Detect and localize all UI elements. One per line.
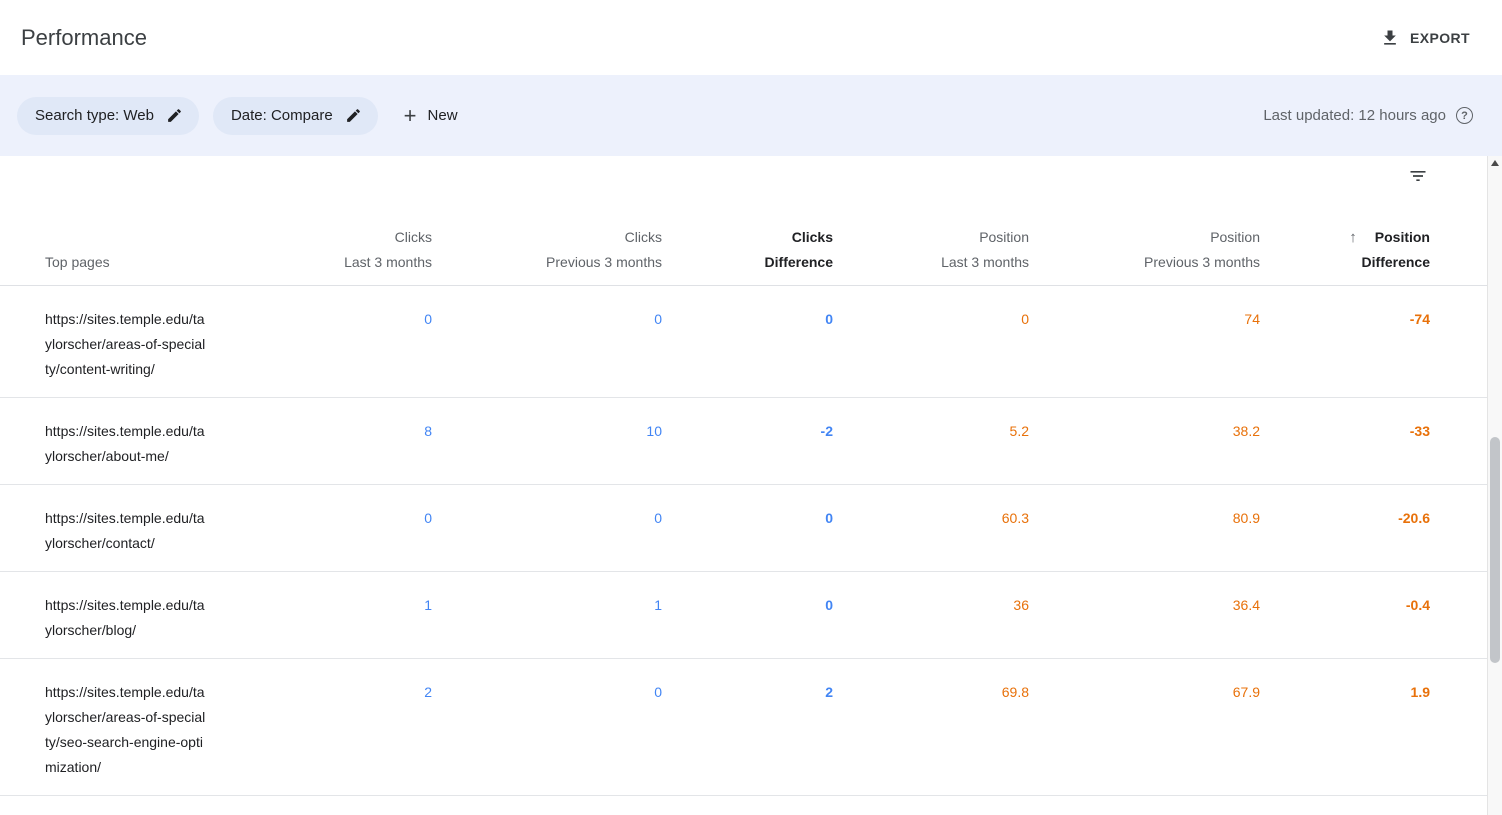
- table-header-row: Top pages Clicks Last 3 months Clicks Pr…: [0, 225, 1502, 286]
- pencil-icon: [345, 107, 362, 124]
- position-difference-value: -74: [1409, 311, 1430, 327]
- scrollbar-thumb[interactable]: [1490, 437, 1500, 663]
- position-difference-value: -33: [1409, 423, 1430, 439]
- export-label: EXPORT: [1410, 29, 1470, 46]
- page-cell: https://sites.temple.edu/taylorscher/blo…: [45, 593, 280, 643]
- filter-list-icon: [1408, 166, 1428, 186]
- column-header-clicks-last-3-months[interactable]: Clicks Last 3 months: [280, 225, 432, 275]
- table-row[interactable]: https://sites.temple.edu/taylorscher/abo…: [0, 398, 1502, 485]
- column-header-clicks-difference[interactable]: Clicks Difference: [662, 225, 833, 275]
- clicks-previous-3-months-value: 0: [654, 684, 662, 700]
- clicks-last-3-months-value: 8: [424, 423, 432, 439]
- clicks-last-3-months-value: 0: [424, 311, 432, 327]
- page-url-link[interactable]: https://sites.temple.edu/taylorscher/con…: [45, 506, 207, 556]
- position-last-3-months-value: 60.3: [1001, 510, 1029, 526]
- position-last-3-months-value: 5.2: [1009, 423, 1029, 439]
- help-icon[interactable]: ?: [1456, 107, 1473, 124]
- table-row[interactable]: https://sites.temple.edu/taylorscher/are…: [0, 286, 1502, 398]
- search-type-chip[interactable]: Search type: Web: [17, 96, 199, 135]
- position-difference-value: -0.4: [1405, 597, 1430, 613]
- plus-icon: +: [403, 102, 417, 128]
- search-type-chip-label: Search type: Web: [35, 107, 154, 124]
- date-chip-label: Date: Compare: [230, 107, 333, 124]
- date-chip[interactable]: Date: Compare: [212, 96, 378, 135]
- position-difference-value: -20.6: [1398, 510, 1430, 526]
- clicks-difference-value: 2: [825, 684, 833, 700]
- new-filter-label: New: [427, 107, 458, 124]
- position-previous-3-months-value: 67.9: [1232, 684, 1260, 700]
- top-bar: Performance EXPORT: [0, 0, 1502, 75]
- clicks-difference-value: 0: [825, 510, 833, 526]
- clicks-last-3-months-value: 0: [424, 510, 432, 526]
- page-cell: https://sites.temple.edu/taylorscher/are…: [45, 307, 280, 382]
- column-header-top-pages: Top pages: [45, 254, 110, 270]
- clicks-difference-value: 0: [825, 311, 833, 327]
- table-filter-button[interactable]: [1406, 164, 1430, 188]
- triangle-up-icon: [1491, 160, 1499, 166]
- clicks-last-3-months-value: 1: [424, 597, 432, 613]
- performance-page: Performance EXPORT Search type: Web Date…: [0, 0, 1502, 815]
- table-row[interactable]: https://sites.temple.edu/taylorscher/con…: [0, 485, 1502, 572]
- column-header-position-difference[interactable]: ↑ Position Difference: [1260, 225, 1430, 275]
- page-url-link[interactable]: https://sites.temple.edu/taylorscher/blo…: [45, 593, 207, 643]
- clicks-previous-3-months-value: 1: [654, 597, 662, 613]
- table-row[interactable]: https://sites.temple.edu/taylorscher/are…: [0, 659, 1502, 796]
- download-icon: [1380, 28, 1400, 48]
- export-button[interactable]: EXPORT: [1380, 28, 1470, 48]
- table-row[interactable]: https://sites.temple.edu/taylorscher/blo…: [0, 572, 1502, 659]
- table-panel: Top pages Clicks Last 3 months Clicks Pr…: [0, 156, 1502, 796]
- new-filter-button[interactable]: + New: [403, 102, 458, 128]
- position-previous-3-months-value: 74: [1244, 311, 1260, 327]
- clicks-previous-3-months-value: 0: [654, 311, 662, 327]
- clicks-last-3-months-value: 2: [424, 684, 432, 700]
- scroll-up-button[interactable]: [1488, 156, 1502, 170]
- filter-bar: Search type: Web Date: Compare + New Las…: [0, 75, 1502, 156]
- position-last-3-months-value: 0: [1021, 311, 1029, 327]
- page-url-link[interactable]: https://sites.temple.edu/taylorscher/are…: [45, 680, 207, 780]
- position-previous-3-months-value: 36.4: [1232, 597, 1260, 613]
- page-url-link[interactable]: https://sites.temple.edu/taylorscher/are…: [45, 307, 207, 382]
- page-cell: https://sites.temple.edu/taylorscher/abo…: [45, 419, 280, 469]
- position-previous-3-months-value: 80.9: [1232, 510, 1260, 526]
- clicks-previous-3-months-value: 0: [654, 510, 662, 526]
- column-header-position-last-3-months[interactable]: Position Last 3 months: [833, 225, 1029, 275]
- page-title: Performance: [21, 24, 147, 50]
- page-url-link[interactable]: https://sites.temple.edu/taylorscher/abo…: [45, 419, 207, 469]
- position-last-3-months-value: 69.8: [1001, 684, 1029, 700]
- vertical-scrollbar[interactable]: [1487, 156, 1502, 815]
- column-header-clicks-previous-3-months[interactable]: Clicks Previous 3 months: [432, 225, 662, 275]
- clicks-difference-value: 0: [825, 597, 833, 613]
- page-cell: https://sites.temple.edu/taylorscher/con…: [45, 506, 280, 556]
- position-previous-3-months-value: 38.2: [1232, 423, 1260, 439]
- pencil-icon: [166, 107, 183, 124]
- clicks-previous-3-months-value: 10: [646, 423, 662, 439]
- position-last-3-months-value: 36: [1013, 597, 1029, 613]
- last-updated-text: Last updated: 12 hours ago: [1263, 107, 1446, 124]
- column-header-position-previous-3-months[interactable]: Position Previous 3 months: [1029, 225, 1260, 275]
- last-updated: Last updated: 12 hours ago ?: [1263, 107, 1473, 124]
- clicks-difference-value: -2: [820, 423, 833, 439]
- sort-ascending-icon: ↑: [1349, 229, 1357, 246]
- position-difference-value: 1.9: [1410, 684, 1430, 700]
- page-cell: https://sites.temple.edu/taylorscher/are…: [45, 680, 280, 780]
